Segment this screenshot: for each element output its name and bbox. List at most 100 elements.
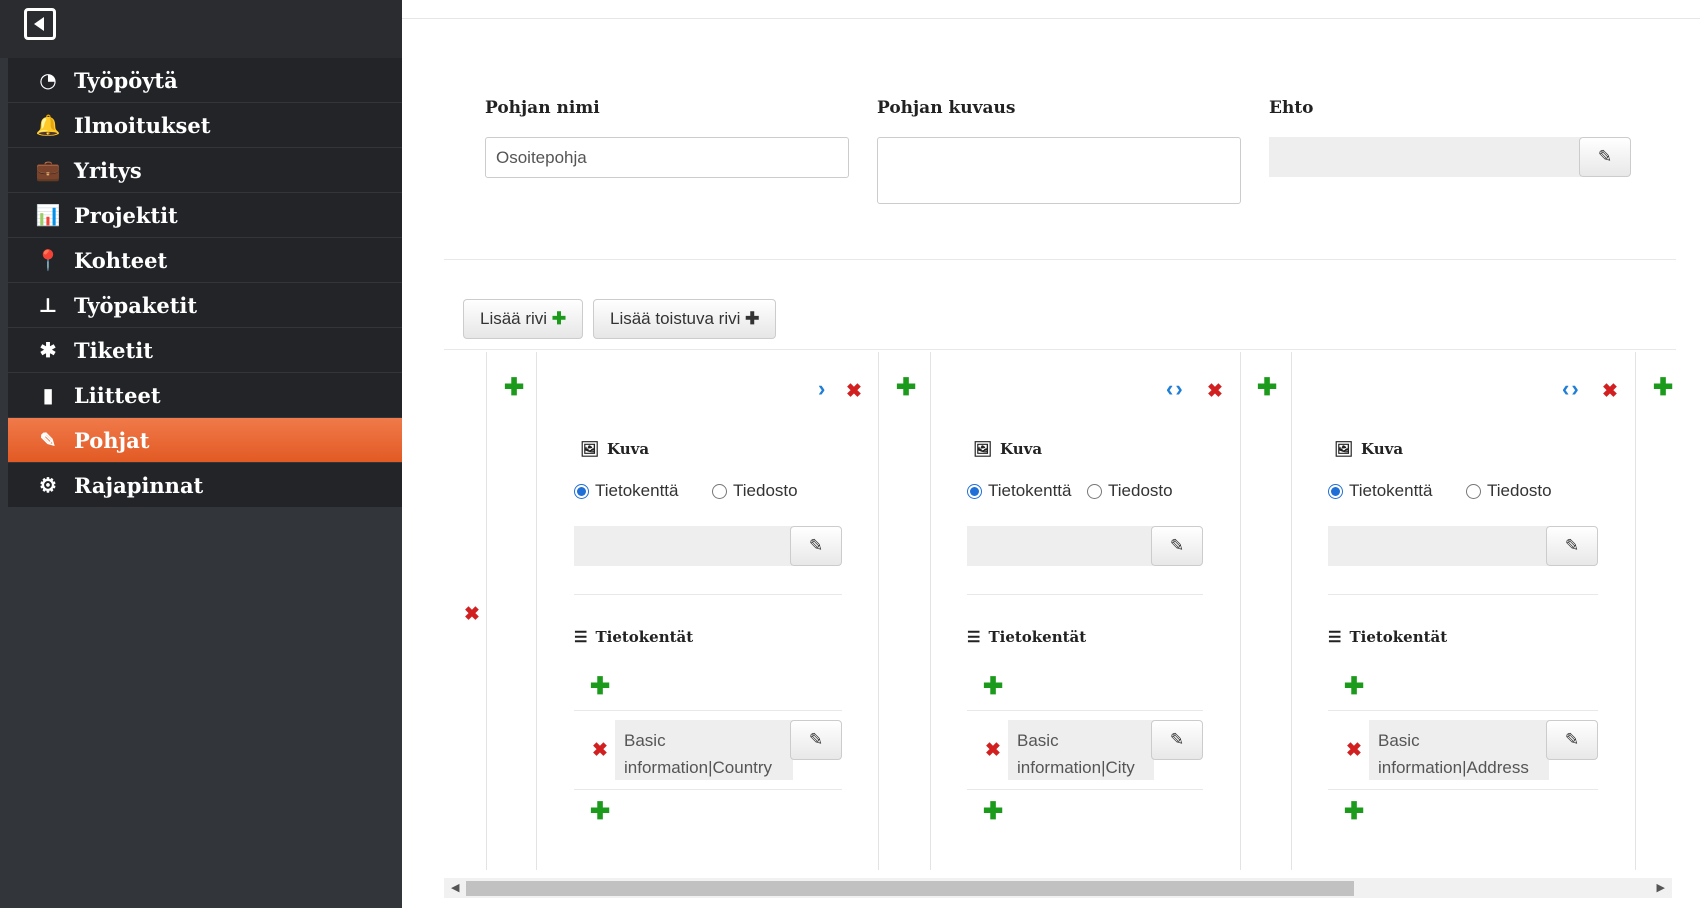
radio-data-field-label: Tietokenttä <box>988 481 1072 500</box>
image-section-title: 🖼 Kuva <box>1334 440 1403 458</box>
remove-column-icon[interactable]: ✖ <box>1602 382 1618 401</box>
radio-file-label: Tiedosto <box>1108 481 1173 500</box>
column-divider <box>878 352 879 870</box>
field-edit-button[interactable]: ✎ <box>1546 720 1598 760</box>
radio-checked-icon <box>967 483 982 499</box>
add-row-label: Lisää rivi <box>480 309 548 328</box>
column-divider <box>1240 352 1241 870</box>
add-column-icon[interactable]: ✚ <box>1257 376 1277 400</box>
bell-icon: 🔔 <box>35 113 61 137</box>
bug-icon: ✱ <box>39 338 57 362</box>
radio-data-field[interactable]: Tietokenttä <box>967 481 1071 501</box>
fields-section-title: ☰ Tietokentät <box>967 628 1086 646</box>
radio-unchecked-icon <box>1466 483 1481 499</box>
add-column-icon[interactable]: ✚ <box>504 376 524 400</box>
field-value-line: Basic <box>624 731 666 750</box>
field-divider <box>1328 710 1598 711</box>
main-content: Pohjan nimi Osoitepohja Pohjan kuvaus Eh… <box>402 0 1700 908</box>
horizontal-scrollbar[interactable]: ◀ ▶ <box>444 878 1672 898</box>
sidebar-item-label: Rajapinnat <box>74 472 204 498</box>
sidebar-item-tyopoyta[interactable]: ◔ Työpöytä <box>8 58 402 102</box>
field-edit-button[interactable]: ✎ <box>790 720 842 760</box>
image-field-input[interactable] <box>1328 526 1548 566</box>
remove-field-icon[interactable]: ✖ <box>985 741 1001 760</box>
remove-field-icon[interactable]: ✖ <box>592 741 608 760</box>
field-value-line: Basic <box>1017 731 1059 750</box>
add-column-icon[interactable]: ✚ <box>1653 376 1673 400</box>
radio-data-field-label: Tietokenttä <box>595 481 679 500</box>
add-repeating-row-button[interactable]: Lisää toistuva rivi ✚ <box>593 299 777 339</box>
field-value: Basic information|City <box>1008 720 1154 780</box>
remove-column-icon[interactable]: ✖ <box>846 382 862 401</box>
collapse-sidebar-icon[interactable] <box>24 8 56 40</box>
pencil-icon: ✎ <box>39 428 57 452</box>
image-field-input[interactable] <box>574 526 792 566</box>
move-left-right-icon[interactable]: ‹› <box>1562 378 1581 400</box>
sidebar-item-liitteet[interactable]: ▮ Liitteet <box>8 373 402 417</box>
image-field-input[interactable] <box>967 526 1153 566</box>
section-divider <box>967 594 1203 595</box>
fields-title-label: Tietokentät <box>1349 628 1448 646</box>
add-field-icon[interactable]: ✚ <box>983 800 1003 824</box>
image-title-label: Kuva <box>1000 440 1043 458</box>
move-right-icon[interactable]: › <box>818 378 827 400</box>
field-value: Basic information|Address <box>1369 720 1549 780</box>
sidebar-item-tyopaketit[interactable]: ⊥ Työpaketit <box>8 283 402 327</box>
remove-row-icon[interactable]: ✖ <box>464 605 480 624</box>
sidebar-item-pohjat[interactable]: ✎ Pohjat <box>8 418 402 462</box>
edit-icon: ✎ <box>1169 730 1185 749</box>
radio-file[interactable]: Tiedosto <box>1087 481 1173 501</box>
sidebar-item-projektit[interactable]: 📊 Projektit <box>8 193 402 237</box>
section-divider <box>574 594 842 595</box>
image-edit-button[interactable]: ✎ <box>1546 526 1598 566</box>
image-icon: 🖼 <box>973 440 993 458</box>
radio-file[interactable]: Tiedosto <box>712 481 798 501</box>
remove-field-icon[interactable]: ✖ <box>1346 741 1362 760</box>
image-section-title: 🖼 Kuva <box>973 440 1042 458</box>
template-description-textarea[interactable] <box>877 137 1241 204</box>
list-icon: ☰ <box>967 628 981 646</box>
add-row-button[interactable]: Lisää rivi ✚ <box>463 299 584 339</box>
add-field-icon[interactable]: ✚ <box>1344 800 1364 824</box>
sidebar-item-yritys[interactable]: 💼 Yritys <box>8 148 402 192</box>
fields-title-label: Tietokentät <box>595 628 694 646</box>
condition-input[interactable] <box>1269 137 1581 177</box>
add-field-icon[interactable]: ✚ <box>983 675 1003 699</box>
sidebar-item-label: Kohteet <box>74 247 168 273</box>
plus-icon: ✚ <box>551 309 567 328</box>
fields-title-label: Tietokentät <box>988 628 1087 646</box>
field-edit-button[interactable]: ✎ <box>1151 720 1203 760</box>
sidebar-topbar <box>0 0 402 58</box>
scroll-right-icon[interactable]: ▶ <box>1657 881 1665 894</box>
remove-column-icon[interactable]: ✖ <box>1207 382 1223 401</box>
scroll-left-icon[interactable]: ◀ <box>451 881 459 894</box>
sidebar-item-tiketit[interactable]: ✱ Tiketit <box>8 328 402 372</box>
edit-icon: ✎ <box>1169 536 1185 555</box>
list-icon: ☰ <box>574 628 588 646</box>
top-divider <box>402 18 1700 19</box>
sidebar-item-kohteet[interactable]: 📍 Kohteet <box>8 238 402 282</box>
radio-data-field[interactable]: Tietokenttä <box>1328 481 1432 501</box>
scrollbar-thumb[interactable] <box>466 881 1354 896</box>
add-column-icon[interactable]: ✚ <box>896 376 916 400</box>
add-field-icon[interactable]: ✚ <box>1344 675 1364 699</box>
sidebar-item-rajapinnat[interactable]: ⚙ Rajapinnat <box>8 463 402 507</box>
column-divider <box>536 352 537 870</box>
form-divider <box>444 259 1676 260</box>
edit-icon: ✎ <box>808 536 824 555</box>
sidebar-item-ilmoitukset[interactable]: 🔔 Ilmoitukset <box>8 103 402 147</box>
condition-edit-button[interactable]: ✎ <box>1579 137 1631 177</box>
radio-file-label: Tiedosto <box>1487 481 1552 500</box>
radio-file[interactable]: Tiedosto <box>1466 481 1552 501</box>
list-icon: ☰ <box>1328 628 1342 646</box>
template-name-input[interactable]: Osoitepohja <box>485 137 849 178</box>
field-value-line: information|City <box>1017 758 1135 777</box>
image-edit-button[interactable]: ✎ <box>1151 526 1203 566</box>
sidebar-item-label: Tiketit <box>74 337 153 363</box>
field-divider <box>574 710 842 711</box>
move-left-right-icon[interactable]: ‹› <box>1166 378 1185 400</box>
add-field-icon[interactable]: ✚ <box>590 800 610 824</box>
image-edit-button[interactable]: ✎ <box>790 526 842 566</box>
radio-data-field[interactable]: Tietokenttä <box>574 481 678 501</box>
add-field-icon[interactable]: ✚ <box>590 675 610 699</box>
